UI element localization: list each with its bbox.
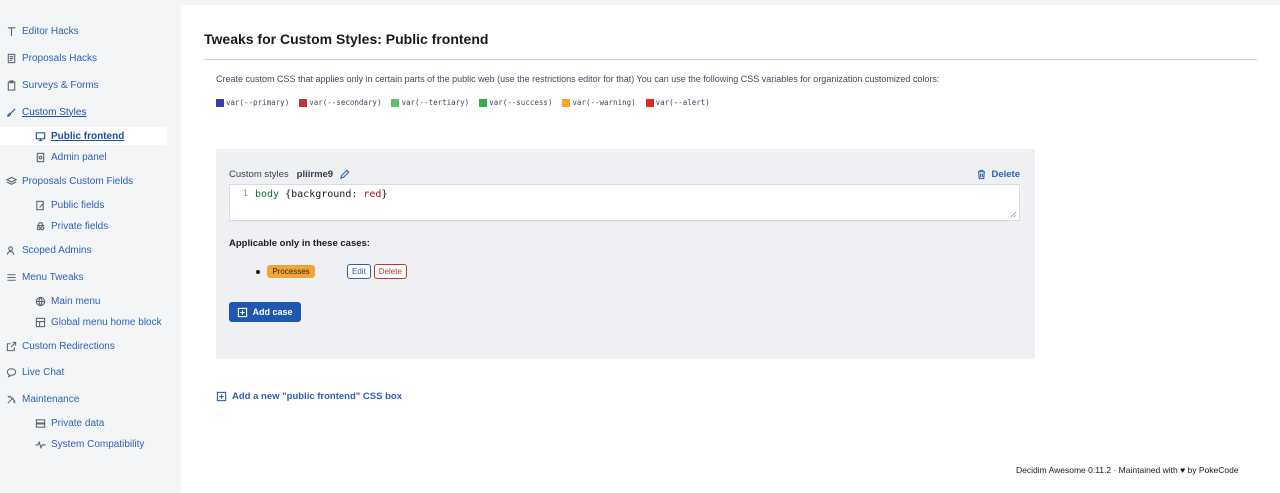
sidebar-item-proposals-hacks[interactable]: Proposals Hacks (0, 49, 167, 67)
edit-case-button[interactable]: Edit (347, 264, 371, 279)
sidebar-item-public-fields[interactable]: Public fields (0, 196, 167, 214)
sidebar-item-surveys-forms[interactable]: Surveys & Forms (0, 76, 167, 94)
plus-square-icon (216, 391, 227, 402)
sidebar-item-live-chat[interactable]: Live Chat (0, 363, 167, 381)
database-icon (34, 417, 46, 429)
incognito-icon (34, 220, 46, 232)
color-swatch (216, 98, 224, 107)
sidebar-item-maintenance[interactable]: Maintenance (0, 390, 167, 408)
edit-file-icon (34, 199, 46, 211)
css-var-success: var(--success) (479, 98, 552, 107)
sidebar-item-main-menu[interactable]: Main menu (0, 292, 167, 310)
css-var-secondary: var(--secondary) (299, 98, 381, 107)
cases-title: Applicable only in these cases: (229, 238, 370, 249)
add-css-box-button[interactable]: Add a new "public frontend" CSS box (216, 391, 402, 402)
color-swatch (562, 98, 571, 107)
menu-icon (5, 271, 17, 283)
users-icon (5, 244, 17, 256)
css-var-tertiary: var(--tertiary) (391, 98, 469, 107)
sidebar: Editor Hacks Proposals Hacks Surveys & F… (0, 0, 180, 493)
document-icon (5, 52, 17, 64)
case-item: Processes Edit Delete (256, 264, 407, 279)
box-label: Custom styles (229, 169, 289, 180)
sidebar-item-scoped-admins[interactable]: Scoped Admins (0, 241, 167, 259)
sidebar-item-admin-panel[interactable]: Admin panel (0, 148, 167, 166)
code-close: } (381, 189, 388, 200)
chat-icon (5, 366, 17, 378)
code-property: {background: (279, 189, 364, 200)
line-number: 1 (242, 189, 248, 199)
box-name: pliirme9 (296, 169, 334, 180)
color-swatch (645, 98, 654, 107)
sidebar-item-private-fields[interactable]: Private fields (0, 217, 167, 235)
monitor-icon (34, 130, 46, 142)
brush-icon (5, 106, 17, 118)
box-header: Custom styles pliirme9 (229, 169, 350, 180)
sidebar-item-public-frontend[interactable]: Public frontend (0, 127, 167, 145)
footer-text: Decidim Awesome 0.11.2 · Maintained with… (1016, 465, 1239, 475)
external-link-icon (5, 340, 17, 352)
bullet (256, 269, 260, 274)
sidebar-item-system-compatibility[interactable]: System Compatibility (0, 435, 167, 453)
plus-square-icon (237, 307, 248, 318)
page-title: Tweaks for Custom Styles: Public fronten… (204, 31, 489, 47)
css-variables-legend: var(--primary) var(--secondary) var(--te… (216, 98, 720, 107)
clipboard-icon (5, 79, 17, 91)
sidebar-item-editor-hacks[interactable]: Editor Hacks (0, 22, 167, 40)
css-code-editor[interactable]: 1 body {background: red} (229, 184, 1020, 221)
text-icon (5, 25, 17, 37)
sidebar-item-custom-styles[interactable]: Custom Styles (0, 103, 167, 121)
tools-icon (5, 393, 17, 405)
code-selector: body (255, 189, 280, 200)
delete-case-button[interactable]: Delete (373, 264, 407, 279)
title-divider (204, 59, 1257, 60)
add-case-button[interactable]: Add case (229, 302, 301, 322)
main-content: Tweaks for Custom Styles: Public fronten… (181, 5, 1280, 493)
resize-grip-icon[interactable] (1010, 211, 1017, 218)
css-var-primary: var(--primary) (216, 98, 289, 107)
delete-box-button[interactable]: Delete (976, 169, 1020, 180)
sidebar-item-proposals-custom-fields[interactable]: Proposals Custom Fields (0, 172, 167, 190)
custom-styles-box: Custom styles pliirme9 Delete 1 body {ba… (216, 149, 1035, 359)
file-icon (34, 151, 46, 163)
code-value: red (363, 189, 382, 200)
pencil-icon[interactable] (339, 169, 350, 180)
trash-icon (976, 169, 987, 180)
sidebar-item-menu-tweaks[interactable]: Menu Tweaks (0, 268, 167, 286)
description-text: Create custom CSS that applies only in c… (216, 74, 940, 84)
globe-icon (34, 295, 46, 307)
layout-icon (34, 316, 46, 328)
pulse-icon (34, 438, 46, 450)
color-swatch (299, 98, 308, 107)
css-var-alert: var(--alert) (645, 98, 710, 107)
color-swatch (479, 98, 488, 107)
color-swatch (391, 98, 400, 107)
case-badge: Processes (267, 265, 315, 278)
code-line: body {background: red} (255, 189, 387, 200)
sidebar-item-custom-redirections[interactable]: Custom Redirections (0, 337, 167, 355)
css-var-warning: var(--warning) (562, 98, 636, 107)
stack-icon (5, 175, 17, 187)
sidebar-item-global-menu-home-block[interactable]: Global menu home block (0, 313, 167, 331)
sidebar-item-private-data[interactable]: Private data (0, 414, 167, 432)
